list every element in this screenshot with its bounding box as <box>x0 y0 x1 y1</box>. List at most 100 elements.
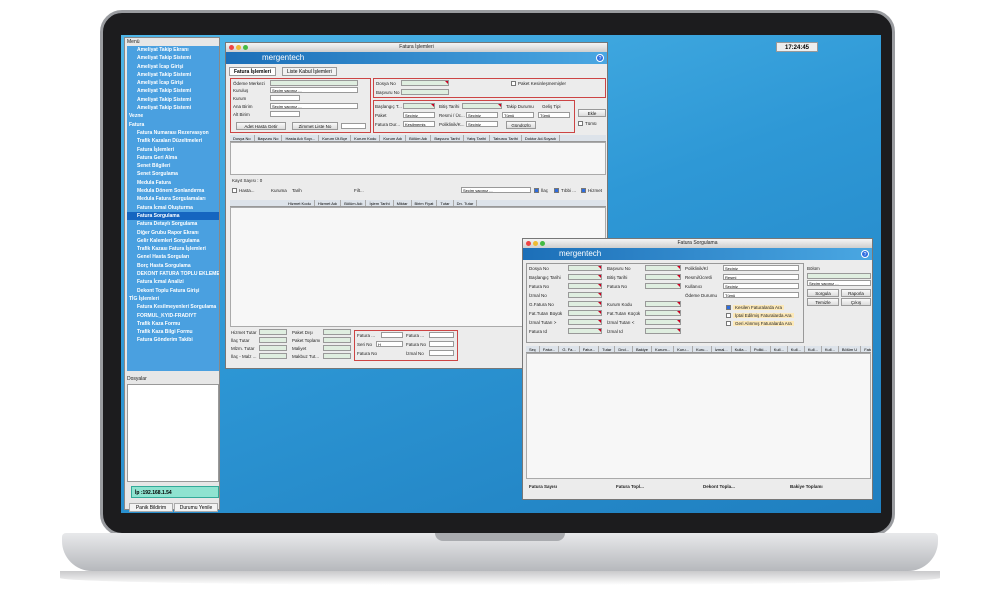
menu-item[interactable]: Gelir Kalemleri Sorgulama <box>127 237 219 245</box>
odeme-merkezi-field[interactable] <box>270 80 358 86</box>
grid-column-header[interactable]: Taburcu Tarihi <box>490 135 522 141</box>
zimmet-field[interactable] <box>341 123 366 129</box>
menu-tree[interactable]: Ameliyat Takip Ekranı Ameliyat Takip Sist… <box>127 46 219 371</box>
grid-column-header[interactable]: Bakiye <box>633 346 653 352</box>
grid-column-header[interactable]: Drı. Tutar <box>454 200 478 206</box>
alt-birim-field[interactable] <box>270 111 300 117</box>
poliklinik-select[interactable]: Seçiniz <box>466 121 498 127</box>
kurum-field[interactable] <box>270 95 300 101</box>
fatura-dur-select[interactable]: Kesilmemiş <box>403 121 435 127</box>
grid-column-header[interactable]: Kull... <box>822 346 839 352</box>
menu-item[interactable]: Ameliyat İcap Girişi <box>127 63 219 71</box>
menu-item[interactable]: Fatura Kesilmeyenleri Sorgulama <box>127 303 219 311</box>
query-field[interactable] <box>568 274 602 280</box>
menu-item[interactable]: Fatura Geri Alma <box>127 154 219 162</box>
total-field-2[interactable] <box>323 337 351 343</box>
menu-item[interactable]: Ameliyat Takip Sistemi <box>127 54 219 62</box>
grid-column-header[interactable]: Tutar <box>437 200 454 206</box>
grid-column-header[interactable]: Kurum Kodu <box>351 135 381 141</box>
ekle-button[interactable]: Ekle <box>578 109 606 117</box>
fatura-field-2[interactable] <box>429 332 454 338</box>
menu-item[interactable]: Trafik Kaza Bilgi Formu <box>127 328 219 336</box>
menu-item[interactable]: Fatura Detaylı Sorgulama <box>127 220 219 228</box>
grid-column-header[interactable]: Doktor Ad.Soyadı <box>522 135 560 141</box>
grid-column-header[interactable]: Bölüm Adı <box>341 200 367 206</box>
fatura-grid-body[interactable] <box>230 142 606 175</box>
ana-birim-select[interactable]: Seçim yapınız ... <box>270 103 358 109</box>
right-select[interactable]: Seçiniz <box>723 283 799 289</box>
menu-folder[interactable]: Fatura <box>127 121 219 129</box>
dosyalar-panel[interactable] <box>127 384 219 482</box>
query-field-2[interactable] <box>645 301 681 307</box>
hizmet-checkbox[interactable] <box>581 188 586 193</box>
gelis-select[interactable]: Tümü <box>538 112 570 118</box>
seri-no-field[interactable]: H <box>376 341 403 347</box>
query-field-2[interactable] <box>645 328 681 334</box>
gunduzlu-button[interactable]: Gündüzlü <box>506 121 536 129</box>
total-field[interactable] <box>259 329 287 335</box>
total-field[interactable] <box>259 337 287 343</box>
grid-column-header[interactable]: Birim Fiyat <box>412 200 438 206</box>
paket-checkbox[interactable] <box>511 81 516 86</box>
menu-item[interactable]: Medula Fatura <box>127 179 219 187</box>
query-field[interactable] <box>568 328 602 334</box>
grid-column-header[interactable]: Kurum Üt.Bçe <box>319 135 352 141</box>
grid-column-header[interactable]: Hizmet Adı <box>315 200 342 206</box>
dosya-no-field[interactable] <box>401 80 449 86</box>
grid-column-header[interactable]: Miktar <box>394 200 412 206</box>
tibbi-checkbox[interactable] <box>554 188 559 193</box>
grid-column-header[interactable]: Dnd... <box>615 346 634 352</box>
menu-item[interactable]: Borç Hasta Sorgulama <box>127 262 219 270</box>
grid-column-header[interactable]: Kuru... <box>693 346 712 352</box>
grid-column-header[interactable]: İzmal... <box>712 346 732 352</box>
grid-column-header[interactable]: Fatur... <box>861 346 871 352</box>
total-field[interactable] <box>259 345 287 351</box>
menu-item[interactable]: Medula Dönem Sonlandırma <box>127 187 219 195</box>
grid-column-header[interactable]: Hasta Adı Soyı... <box>282 135 320 141</box>
grid-column-header[interactable]: Fatur... <box>540 346 560 352</box>
grid-column-header[interactable]: Kull... <box>805 346 822 352</box>
menu-item[interactable]: Diğer Grubu Rapor Ekranı <box>127 229 219 237</box>
menu-item[interactable]: DEKONT FATURA TOPLU EKLEME <box>127 270 219 278</box>
tab-liste-kabul[interactable]: Liste Kabul İşlemleri <box>282 67 337 76</box>
grid-column-header[interactable]: Kulla... <box>732 346 751 352</box>
grid-column-header[interactable]: Yatış Tarihi <box>464 135 491 141</box>
menu-folder[interactable]: Vezne <box>127 112 219 120</box>
grid-column-header[interactable]: Bölüm Adı <box>406 135 432 141</box>
grid-column-header[interactable]: Kurum Adı <box>380 135 407 141</box>
right-select[interactable]: Seçiniz <box>723 265 799 271</box>
menu-item[interactable]: Fatura Numarası Rezervasyon <box>127 129 219 137</box>
filter-select[interactable]: Seçim yapınız ... <box>461 187 531 193</box>
query-field[interactable] <box>568 265 602 271</box>
total-field[interactable] <box>259 353 287 359</box>
grid-column-header[interactable]: Poliki... <box>751 346 771 352</box>
right-select[interactable]: Tümü <box>723 292 799 298</box>
grid-column-header[interactable]: Hizmet Kodu <box>285 200 315 206</box>
menu-item[interactable]: Ameliyat Takip Sistemi <box>127 96 219 104</box>
fatura-no-field[interactable] <box>429 341 454 347</box>
query-field[interactable] <box>568 283 602 289</box>
menu-item[interactable]: Genel Hasta Sorguları <box>127 253 219 261</box>
grid-column-header[interactable]: Seç <box>526 346 540 352</box>
menu-item[interactable]: FORMUL_KYID-FRADIYT <box>127 312 219 320</box>
menu-item[interactable]: Senet Bilgileri <box>127 162 219 170</box>
search-checkbox[interactable] <box>726 305 731 310</box>
menu-item[interactable]: Ameliyat Takip Sistemi <box>127 104 219 112</box>
hasta-checkbox[interactable] <box>232 188 237 193</box>
query-field[interactable] <box>568 310 602 316</box>
help-icon[interactable]: ? <box>861 250 869 258</box>
menu-item[interactable]: Trafik Kaza Formu <box>127 320 219 328</box>
menu-item[interactable]: Ameliyat İcap Girişi <box>127 79 219 87</box>
total-field-2[interactable] <box>323 329 351 335</box>
total-field-2[interactable] <box>323 353 351 359</box>
query-field-2[interactable] <box>645 265 681 271</box>
sorgu-grid-body[interactable] <box>526 353 871 479</box>
resmi-select[interactable]: Seçiniz <box>466 112 498 118</box>
takip-select[interactable]: Tümü <box>502 112 534 118</box>
bitis-field[interactable] <box>462 103 502 109</box>
cikis-button[interactable]: Çıkış <box>841 298 871 306</box>
temizle-button[interactable]: Temizle <box>807 298 839 306</box>
menu-item[interactable]: Ameliyat Takip Sistemi <box>127 87 219 95</box>
bolum-select[interactable]: Seçim yapınız ... <box>807 280 871 286</box>
basvuru-no-field[interactable] <box>401 89 449 95</box>
